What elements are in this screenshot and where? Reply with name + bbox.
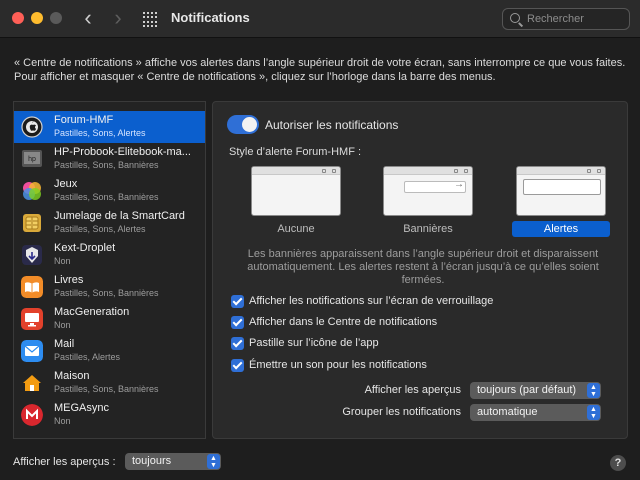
app-name: Livres [54,274,84,286]
description-text: « Centre de notifications » affiche vos … [14,57,626,83]
popup-arrows-icon: ▲ ▼ [587,405,600,420]
checkbox-label: Pastille sur l’icône de l’app [249,337,379,349]
app-notif-summary: Pastilles, Sons, Bannières [54,288,159,298]
app-notif-summary: Non [54,320,71,330]
allow-notifications-toggle[interactable] [227,115,259,134]
svg-text:hp: hp [28,156,36,163]
checkbox-checked-icon[interactable] [231,316,244,329]
macgeneration-icon [21,308,43,330]
search-icon [510,13,520,23]
hp-probook-icon: hp [21,148,43,170]
list-item-kext-droplet[interactable]: Kext-Droplet Non [14,239,205,271]
close-window-button[interactable] [12,12,24,24]
checkbox-checked-icon[interactable] [231,359,244,372]
forum-hmf-icon [21,116,43,138]
alert-style-title: Style d’alerte Forum-HMF : [229,146,362,158]
show-previews-value: toujours (par défaut) [477,384,577,396]
app-name: Maison [54,370,90,382]
app-notif-summary: Pastilles, Alertes [54,352,121,362]
app-notif-summary: Pastilles, Sons, Alertes [54,128,146,138]
style-preview-alerts[interactable] [516,166,606,216]
app-name: MacGeneration [54,306,130,318]
title-bar: ‹ › Notifications [0,0,640,38]
popup-arrows-icon: ▲ ▼ [587,383,600,398]
back-chevron-icon[interactable]: ‹ [78,7,98,30]
game-center-icon [21,180,43,202]
app-name: MEGAsync [54,402,110,414]
show-previews-label: Afficher les aperçus [364,384,461,396]
books-icon [21,276,43,298]
app-name: Mail [54,338,75,350]
show-previews-popup[interactable]: toujours (par défaut) ▲ ▼ [470,382,601,399]
alert-style-note: Les bannières apparaissent dans l’angle … [247,248,599,286]
style-label-none[interactable]: Aucune [247,221,345,237]
style-preview-none[interactable] [251,166,341,216]
app-name: Forum-HMF [54,114,114,126]
list-item-forum-hmf[interactable]: Forum-HMF Pastilles, Sons, Alertes [14,111,205,143]
list-item-smartcard[interactable]: Jumelage de la SmartCard Pastilles, Sons… [14,207,205,239]
global-previews-label: Afficher les aperçus : [13,456,116,468]
list-item-mail[interactable]: Mail Pastilles, Alertes [14,335,205,367]
app-notif-summary: Pastilles, Sons, Alertes [54,224,146,234]
style-preview-banners[interactable]: → [383,166,473,216]
zoom-window-button[interactable] [50,12,62,24]
list-item-megasync[interactable]: MEGAsync Non [14,399,205,431]
app-notif-summary: Pastilles, Sons, Bannières [54,384,159,394]
minimize-window-button[interactable] [31,12,43,24]
app-notif-summary: Pastilles, Sons, Bannières [54,192,159,202]
app-notif-summary: Non [54,416,71,426]
list-item-maison[interactable]: Maison Pastilles, Sons, Bannières [14,367,205,399]
list-item-hp-probook[interactable]: hp HP-Probook-Elitebook-ma... Pastilles,… [14,143,205,175]
megasync-icon [21,404,43,426]
allow-notifications-label: Autoriser les notifications [265,118,399,132]
checkbox-checked-icon[interactable] [231,295,244,308]
checkbox-label: Afficher les notifications sur l’écran d… [249,295,494,307]
group-notifications-popup[interactable]: automatique ▲ ▼ [470,404,601,421]
help-button[interactable]: ? [610,455,626,471]
popup-arrows-icon: ▲ ▼ [207,454,220,469]
global-previews-popup[interactable]: toujours ▲ ▼ [125,453,221,470]
window-title: Notifications [171,10,250,25]
list-item-livres[interactable]: Livres Pastilles, Sons, Bannières [14,271,205,303]
list-item-jeux[interactable]: Jeux Pastilles, Sons, Bannières [14,175,205,207]
app-notif-summary: Non [54,256,71,266]
app-name: Jeux [54,178,78,190]
search-field[interactable] [502,8,630,30]
home-icon [21,372,43,394]
checkbox-checked-icon[interactable] [231,337,244,350]
style-label-banners[interactable]: Bannières [379,221,477,237]
kext-droplet-icon [21,244,43,266]
app-name: Jumelage de la SmartCard [54,210,185,222]
app-notif-summary: Pastilles, Sons, Bannières [54,160,159,170]
toggle-knob [242,117,257,132]
smartcard-icon [21,212,43,234]
app-list[interactable]: Forum-HMF Pastilles, Sons, Alertes hp HP… [13,101,206,439]
mail-icon [21,340,43,362]
app-name: HP-Probook-Elitebook-ma... [54,146,191,158]
show-all-grid-icon[interactable] [143,12,158,27]
style-label-alerts[interactable]: Alertes [512,221,610,237]
checkbox-label: Émettre un son pour les notifications [249,359,427,371]
group-notifications-label: Grouper les notifications [342,406,461,418]
global-previews-value: toujours [132,455,172,467]
checkbox-label: Afficher dans le Centre de notifications [249,316,438,328]
app-name: Kext-Droplet [54,242,116,254]
forward-chevron-icon[interactable]: › [108,7,128,30]
group-notifications-value: automatique [477,406,538,418]
search-input[interactable] [527,11,625,27]
list-item-macgeneration[interactable]: MacGeneration Non [14,303,205,335]
settings-panel: Autoriser les notifications Style d’aler… [212,101,628,439]
